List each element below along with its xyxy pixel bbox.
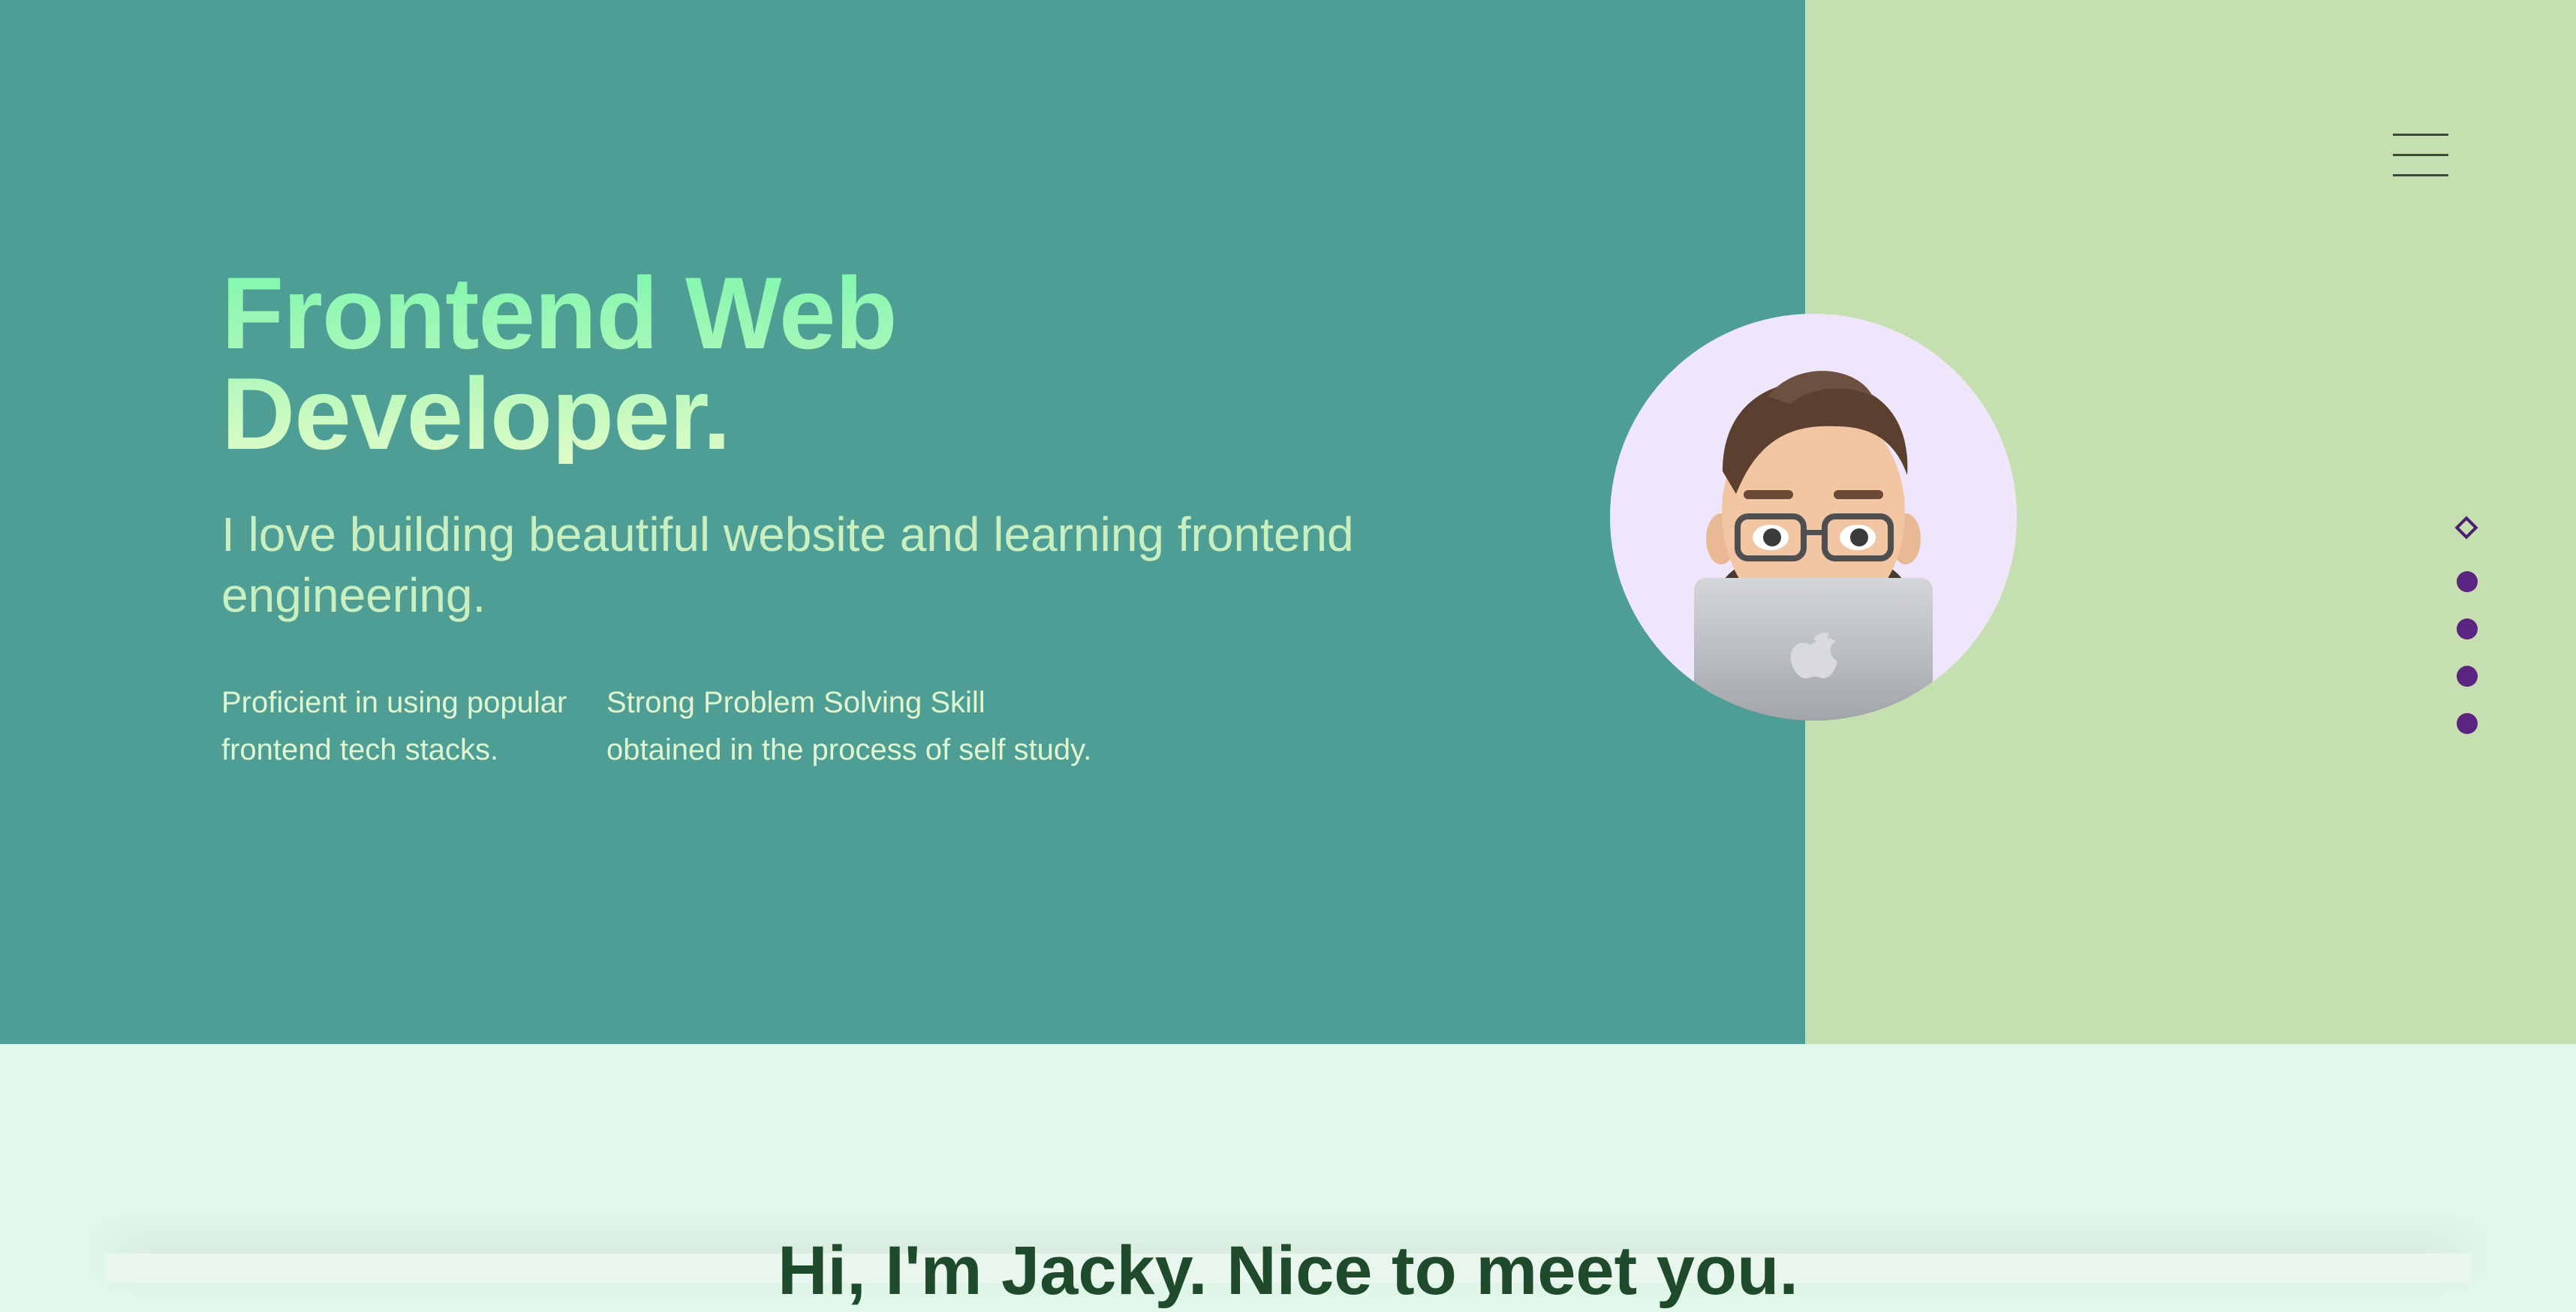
hero-subtitle: I love building beautiful website and le… <box>221 507 1354 622</box>
section-nav-dot-icon[interactable] <box>2457 713 2478 734</box>
section-nav <box>2447 510 2484 751</box>
about-greeting: Hi, I'm Jacky. Nice to meet you. <box>778 1232 1798 1309</box>
feature-line: frontend tech stacks. <box>221 733 499 766</box>
hero-title-line2: Developer. <box>221 357 730 471</box>
feature-tech-stacks: Proficient in using popular frontend tec… <box>221 679 589 774</box>
section-nav-diamond-icon[interactable] <box>2454 516 2478 540</box>
feature-line: Proficient in using popular <box>221 686 567 719</box>
section-nav-dot-icon[interactable] <box>2457 666 2478 687</box>
section-nav-dot-icon[interactable] <box>2457 618 2478 639</box>
feature-line: Strong Problem Solving Skill <box>606 686 986 719</box>
section-nav-dot-icon[interactable] <box>2457 571 2478 592</box>
avatar-illustration <box>1694 371 1933 721</box>
feature-problem-solving: Strong Problem Solving Skill obtained in… <box>606 679 1177 774</box>
memoji-avatar-with-laptop <box>1610 314 2017 721</box>
hamburger-menu-icon[interactable] <box>2393 129 2450 182</box>
feature-line: obtained in the process of self study. <box>606 733 1092 766</box>
hero-title: Frontend Web Developer. <box>221 263 897 464</box>
hero-title-line1: Frontend Web <box>221 256 897 370</box>
